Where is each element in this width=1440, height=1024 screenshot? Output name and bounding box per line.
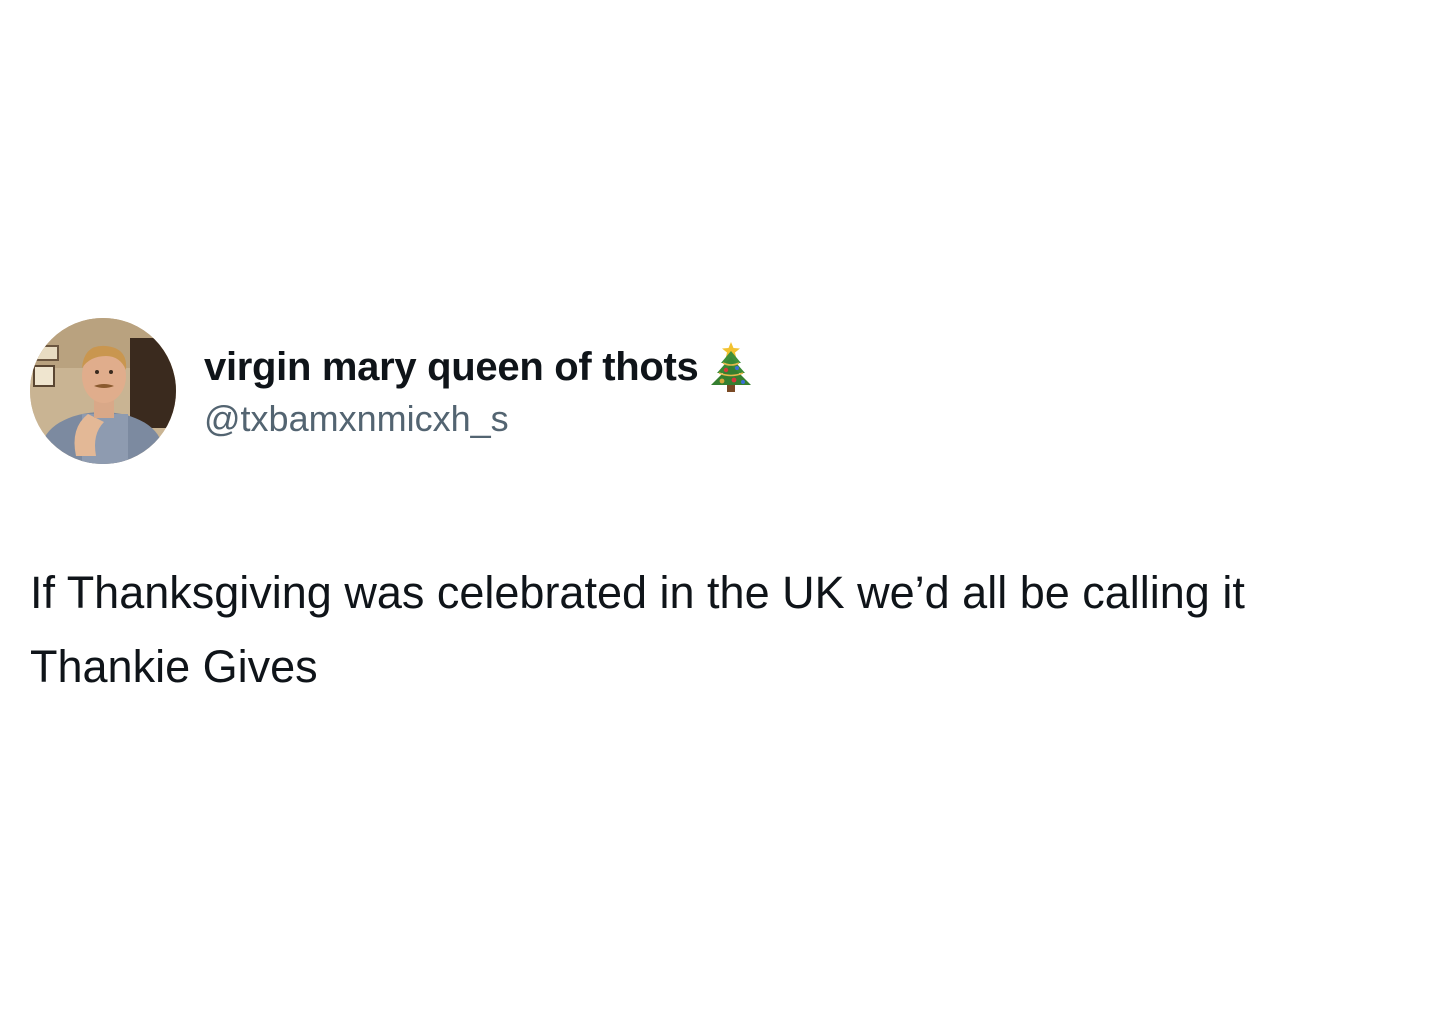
tweet-header: virgin mary queen of thots @txbamxnmicxh…: [30, 318, 1410, 464]
name-row: virgin mary queen of thots: [204, 341, 755, 393]
avatar[interactable]: [30, 318, 176, 464]
christmas-tree-icon: [707, 341, 755, 393]
tweet-text: If Thanksgiving was celebrated in the UK…: [30, 567, 1245, 692]
display-name[interactable]: virgin mary queen of thots: [204, 344, 699, 390]
user-handle[interactable]: @txbamxnmicxh_s: [204, 397, 755, 441]
tweet: virgin mary queen of thots @txbamxnmicxh…: [30, 318, 1410, 704]
author-names: virgin mary queen of thots @txbamxnmicxh…: [204, 341, 755, 441]
avatar-image: [30, 318, 176, 464]
